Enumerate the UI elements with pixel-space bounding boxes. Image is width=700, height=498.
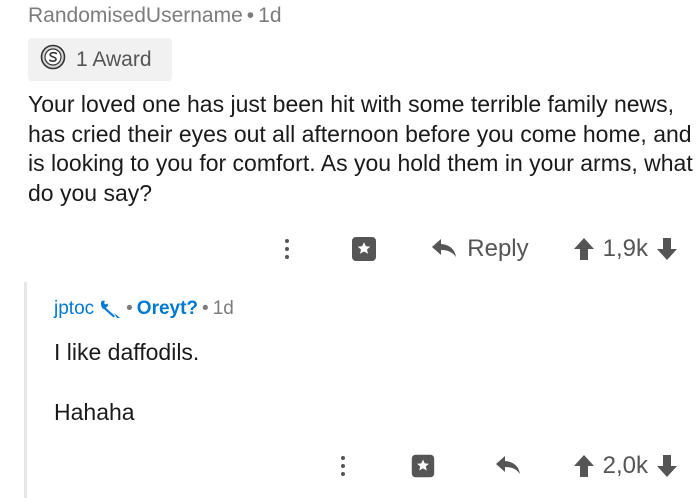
reply-username[interactable]: jptoc (54, 298, 94, 320)
award-badge[interactable]: 1 Award (28, 38, 172, 81)
comment-header: RandomisedUsername • 1d (28, 4, 282, 28)
upvote-icon[interactable] (573, 237, 595, 261)
reply-line-1: I like daffodils. (54, 339, 200, 365)
reply-arrow-icon (495, 456, 520, 474)
upvote-icon[interactable] (573, 454, 595, 478)
award-label: 1 Award (76, 47, 152, 71)
thread-line[interactable] (24, 282, 27, 498)
reply-body: I like daffodils. Hahaha (54, 340, 199, 424)
reply-arrow-icon (432, 239, 457, 257)
reply-action-bar: 2,0k (333, 446, 678, 486)
comment-body: Your loved one has just been hit with so… (28, 91, 693, 206)
more-options-icon[interactable] (277, 234, 297, 264)
give-award-icon[interactable] (349, 234, 379, 264)
downvote-icon[interactable] (656, 454, 678, 478)
more-options-icon[interactable] (333, 451, 353, 481)
downvote-icon[interactable] (656, 237, 678, 261)
comment-action-bar: Reply 1,9k (277, 229, 678, 269)
comment-username[interactable]: RandomisedUsername (28, 4, 243, 27)
reply-time: 1d (212, 298, 234, 319)
vote-controls: 2,0k (573, 452, 678, 480)
reply-line-2: Hahaha (54, 399, 135, 425)
header-separator: • (246, 4, 255, 27)
give-award-icon[interactable] (409, 452, 437, 480)
award-silver-icon (40, 44, 66, 75)
reply-header: jptoc • Oreyt? • 1d (54, 298, 234, 320)
comment-time: 1d (258, 4, 282, 27)
reply-separator-1: • (126, 298, 133, 319)
vote-count: 1,9k (602, 235, 648, 262)
reply-separator-2: • (202, 298, 209, 319)
reply-button[interactable]: Reply (431, 235, 529, 263)
user-flair: Oreyt? (136, 298, 199, 319)
vote-controls: 1,9k (573, 235, 678, 263)
vote-count: 2,0k (602, 452, 648, 479)
wrench-mod-icon (101, 300, 121, 318)
reply-label: Reply (467, 235, 529, 262)
reply-button[interactable] (495, 455, 521, 477)
